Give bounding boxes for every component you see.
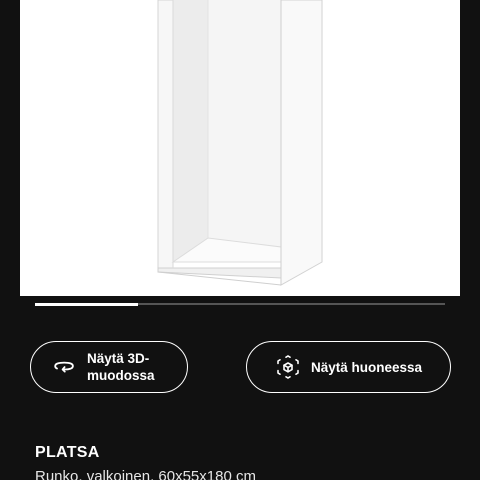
ar-cube-icon [275,354,301,380]
product-image[interactable] [20,0,460,296]
carousel-progress[interactable] [35,302,445,306]
product-name[interactable]: PLATSA [35,444,100,462]
rotate-3d-icon [51,354,77,380]
carousel-progress-fill [35,302,138,306]
view-3d-label: Näytä 3D-muodossa [87,351,155,383]
product-description: Runko, valkoinen, 60x55x180 cm [35,468,256,480]
view-in-room-label: Näytä huoneessa [310,359,423,375]
product-page: Näytä 3D-muodossa Näytä huoneessa PLATSA… [0,0,480,480]
wardrobe-frame-image [157,0,323,286]
view-3d-button[interactable]: Näytä 3D-muodossa [30,341,188,393]
view-in-room-button[interactable]: Näytä huoneessa [246,341,451,393]
